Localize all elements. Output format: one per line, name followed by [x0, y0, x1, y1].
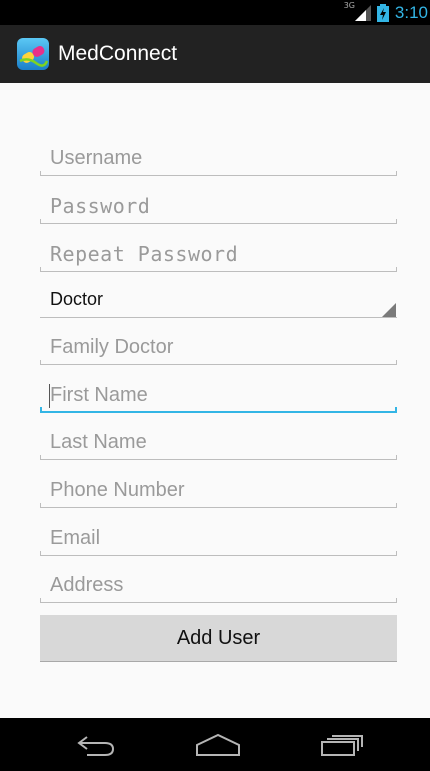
repeat-password-placeholder: Repeat Password — [50, 242, 239, 266]
back-button[interactable] — [70, 730, 120, 760]
action-bar: MedConnect — [0, 25, 430, 83]
spinner-arrow-icon — [382, 303, 396, 317]
family-doctor-placeholder: Family Doctor — [50, 336, 174, 358]
email-field[interactable]: Email — [40, 516, 397, 556]
status-bar: 3G 3:10 — [0, 0, 430, 25]
role-spinner[interactable]: Doctor — [40, 278, 397, 318]
navigation-bar — [0, 718, 430, 771]
repeat-password-field[interactable]: Repeat Password — [40, 232, 397, 272]
battery-charging-icon — [376, 3, 389, 22]
add-user-button[interactable]: Add User — [40, 615, 397, 662]
status-icons: 3:10 — [354, 0, 430, 25]
app-title: MedConnect — [58, 42, 178, 65]
recents-button[interactable] — [316, 730, 366, 760]
phone-number-field[interactable]: Phone Number — [40, 468, 397, 508]
phone-number-placeholder: Phone Number — [50, 479, 185, 501]
username-placeholder: Username — [50, 147, 143, 169]
home-button[interactable] — [193, 730, 243, 760]
last-name-placeholder: Last Name — [50, 431, 147, 453]
medconnect-app-icon[interactable] — [16, 37, 50, 71]
network-type-label: 3G — [343, 1, 355, 10]
first-name-placeholder: First Name — [50, 384, 148, 406]
family-doctor-field[interactable]: Family Doctor — [40, 325, 397, 365]
password-field[interactable]: Password — [40, 184, 397, 224]
address-field[interactable]: Address — [40, 563, 397, 603]
recents-icon — [321, 735, 363, 756]
email-placeholder: Email — [50, 527, 101, 549]
username-field[interactable]: Username — [40, 136, 397, 176]
signal-icon — [354, 4, 371, 21]
role-selected-value: Doctor — [50, 289, 104, 309]
clock: 3:10 — [394, 2, 428, 22]
password-placeholder: Password — [50, 194, 151, 218]
first-name-field[interactable]: First Name — [40, 373, 397, 413]
back-icon — [77, 736, 115, 756]
address-placeholder: Address — [50, 574, 124, 596]
home-icon — [196, 733, 240, 756]
text-cursor — [49, 384, 50, 408]
add-user-form: Username Password Repeat Password Doctor… — [0, 83, 430, 718]
last-name-field[interactable]: Last Name — [40, 420, 397, 460]
